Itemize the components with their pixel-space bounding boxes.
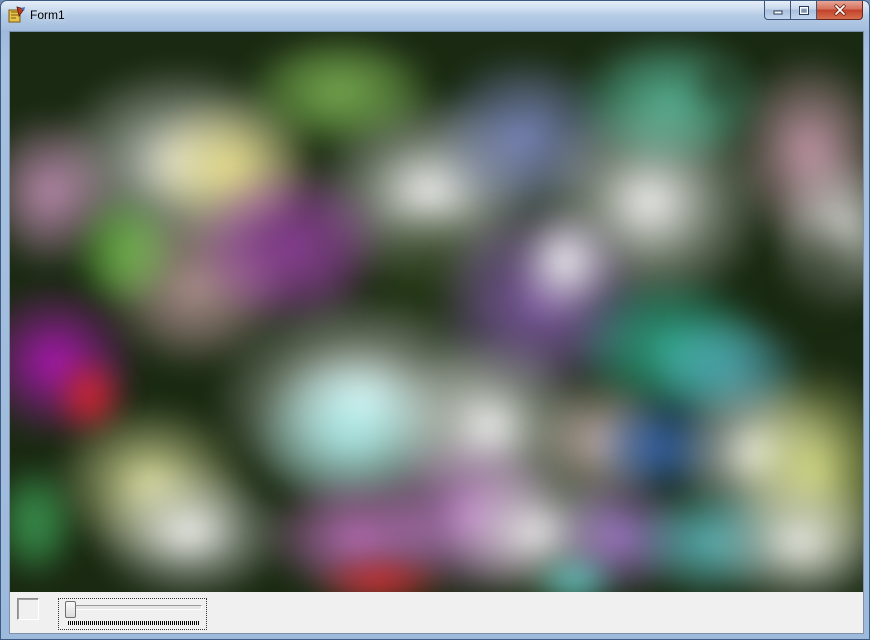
color-swatch[interactable] — [17, 598, 39, 620]
speed-trackbar[interactable] — [58, 598, 207, 630]
plasma-blob — [780, 212, 863, 322]
background-glare — [431, 3, 448, 12]
trackbar-ticks — [68, 621, 199, 625]
caption-buttons — [764, 1, 863, 21]
trackbar-channel — [67, 605, 202, 610]
minimize-icon — [773, 10, 782, 15]
form-client-area — [9, 31, 864, 634]
title-bar[interactable]: Form1 — [1, 1, 869, 30]
minimize-button[interactable] — [764, 1, 791, 20]
app-icon[interactable] — [8, 6, 26, 24]
maximize-icon — [798, 5, 809, 15]
app-window: Form1 — [0, 0, 870, 640]
plasma-blob — [690, 52, 750, 112]
maximize-button[interactable] — [791, 1, 817, 20]
close-icon — [833, 4, 846, 16]
window-title: Form1 — [30, 8, 65, 22]
plasma-blob — [70, 192, 180, 312]
plasma-blob — [240, 32, 440, 152]
plasma-canvas[interactable] — [10, 32, 863, 592]
bottom-panel — [10, 592, 863, 633]
close-button[interactable] — [817, 1, 863, 20]
trackbar-thumb[interactable] — [65, 601, 76, 618]
